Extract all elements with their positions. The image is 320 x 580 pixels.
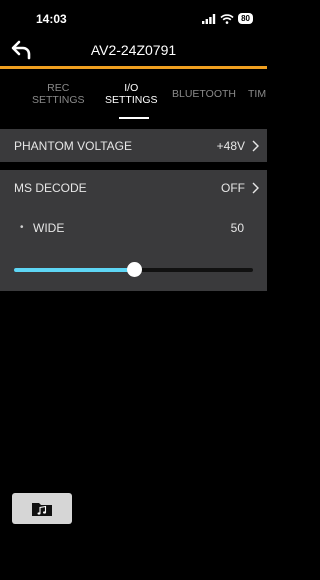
tab-label-line1: I/O <box>124 82 139 94</box>
files-button[interactable] <box>12 493 72 524</box>
wide-bullet: • <box>20 222 24 233</box>
tab-rec-settings[interactable]: REC SETTINGS <box>32 82 85 106</box>
slider-thumb[interactable] <box>126 262 142 277</box>
phantom-voltage-row[interactable]: PHANTOM VOLTAGE +48V <box>0 129 267 162</box>
tab-label-line2: SETTINGS <box>105 94 158 106</box>
wide-label: WIDE <box>33 221 65 235</box>
wide-slider[interactable] <box>14 262 253 277</box>
chevron-right-icon <box>252 140 259 152</box>
tab-label-line2: SETTINGS <box>32 94 85 106</box>
tab-label-line1: BLUETOOTH <box>172 88 236 100</box>
ms-decode-label: MS DECODE <box>14 181 87 195</box>
tab-bar: REC SETTINGS I/O SETTINGS BLUETOOTH TIM <box>0 70 267 122</box>
status-time: 14:03 <box>36 12 67 26</box>
tab-label-line1: REC <box>47 82 70 94</box>
tab-io-settings[interactable]: I/O SETTINGS <box>105 82 158 106</box>
phantom-voltage-value: +48V <box>216 139 245 153</box>
slider-fill <box>14 268 134 272</box>
ms-decode-row[interactable]: MS DECODE OFF <box>0 170 267 206</box>
battery-indicator: 80 <box>238 13 253 24</box>
wifi-icon <box>220 13 234 24</box>
tab-label-line1: TIM <box>248 88 267 100</box>
header: AV2-24Z0791 <box>0 36 267 66</box>
status-icons: 80 <box>202 13 253 24</box>
chevron-right-icon <box>252 182 259 194</box>
ms-decode-value: OFF <box>221 181 245 195</box>
page-title: AV2-24Z0791 <box>90 42 177 58</box>
wide-value: 50 <box>230 221 244 235</box>
phantom-voltage-label: PHANTOM VOLTAGE <box>14 139 133 153</box>
tab-bluetooth[interactable]: BLUETOOTH <box>172 88 236 100</box>
folder-music-icon <box>32 502 52 516</box>
accent-divider <box>0 66 267 69</box>
tab-time[interactable]: TIM <box>248 88 266 100</box>
status-bar: 14:03 80 <box>0 0 267 36</box>
signal-icon <box>202 13 216 24</box>
active-tab-indicator <box>119 117 149 119</box>
